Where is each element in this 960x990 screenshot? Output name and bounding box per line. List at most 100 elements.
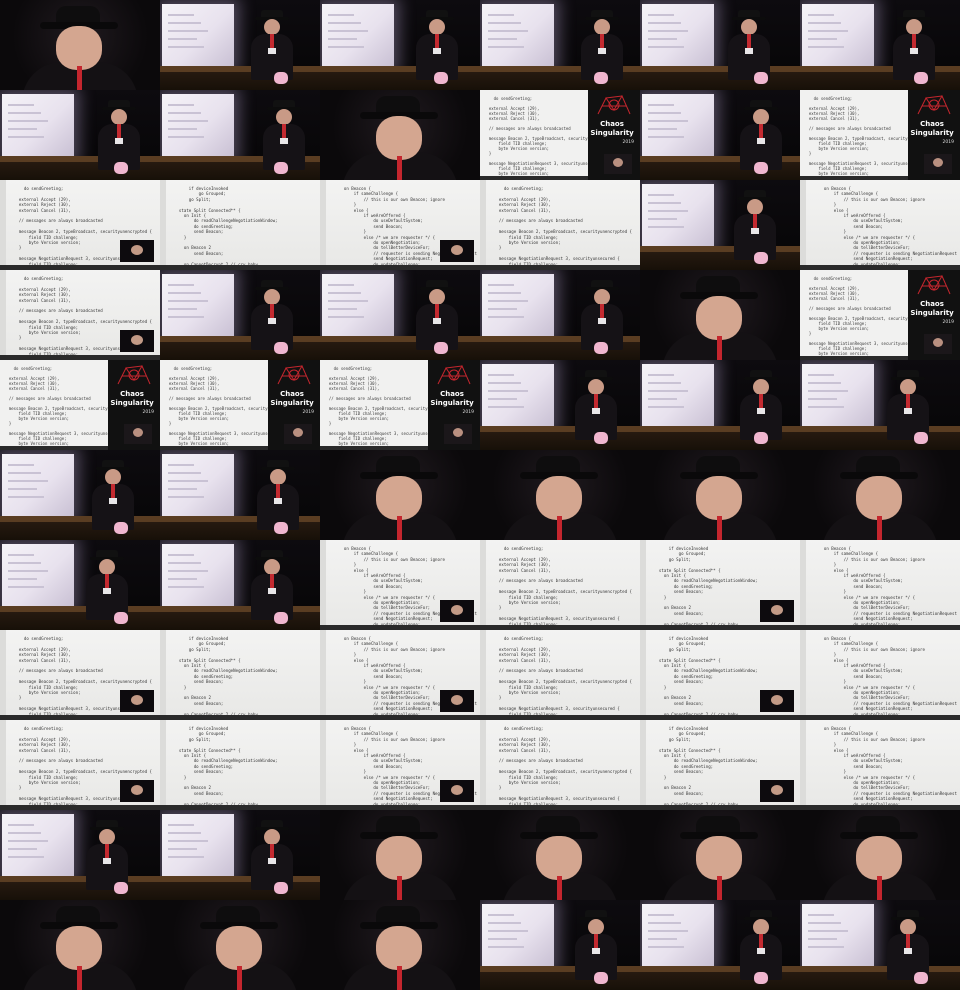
slide-text-line xyxy=(648,914,674,916)
slide-text-line xyxy=(808,922,841,924)
video-frame-thumbnail: do sendGreeting; external Accept (29), e… xyxy=(480,90,640,180)
speaker-inset-video xyxy=(760,690,794,712)
projection-screen xyxy=(482,904,554,968)
stage-table xyxy=(160,66,320,72)
video-contact-sheet: do sendGreeting; external Accept (29), e… xyxy=(0,0,960,990)
speaker-figure xyxy=(84,820,130,890)
closeup-lanyard xyxy=(877,876,882,900)
video-frame-thumbnail: on Beacon { if sameChallenge { // this i… xyxy=(320,540,480,630)
slide-text-line xyxy=(168,38,197,40)
video-frame-thumbnail xyxy=(640,450,800,540)
slide-text-line xyxy=(168,840,208,842)
video-frame-thumbnail xyxy=(640,270,800,360)
video-frame-thumbnail xyxy=(480,270,640,360)
speaker-figure xyxy=(96,100,142,170)
speaker-badge xyxy=(103,858,111,864)
slide-text-line xyxy=(488,914,514,916)
speaker-inset-video xyxy=(924,334,952,354)
slide-text-line xyxy=(648,930,688,932)
projection-screen xyxy=(2,814,74,878)
video-frame-thumbnail: do sendGreeting; external Accept (29), e… xyxy=(480,720,640,810)
slide-text-line xyxy=(8,848,37,850)
video-frame-thumbnail xyxy=(640,900,800,990)
slide-text-line xyxy=(168,464,194,466)
speaker-figure xyxy=(249,280,295,350)
speaker-head xyxy=(264,829,280,845)
video-frame-thumbnail xyxy=(640,180,800,270)
slide-text-line xyxy=(328,22,361,24)
closeup-lanyard xyxy=(397,876,402,900)
maneki-neko-figurine xyxy=(914,72,928,84)
code-text: on Beacon { if sameChallenge { // this i… xyxy=(823,636,957,720)
maneki-neko-figurine xyxy=(114,882,128,894)
projection-screen xyxy=(2,544,74,608)
speaker-figure xyxy=(249,820,295,890)
slide-text-line xyxy=(648,218,677,220)
video-frame-thumbnail xyxy=(800,360,960,450)
slide-text-line xyxy=(648,374,674,376)
slide-text-line xyxy=(8,832,41,834)
slide-text-line xyxy=(808,406,844,408)
speaker-badge xyxy=(268,588,276,594)
editor-gutter xyxy=(480,180,486,265)
slide-text-line xyxy=(8,840,48,842)
stage-table xyxy=(160,336,320,342)
projection-screen xyxy=(322,4,394,68)
video-frame-thumbnail: do sendGreeting; external Accept (29), e… xyxy=(480,630,640,720)
closeup-face xyxy=(56,926,102,970)
speaker-badge xyxy=(757,138,765,144)
speaker-face xyxy=(451,695,463,705)
video-frame-thumbnail: do sendGreeting; external Accept (29), e… xyxy=(0,270,160,360)
slide-text-line xyxy=(648,14,674,16)
speaker-badge xyxy=(592,408,600,414)
speaker-figure xyxy=(726,10,772,80)
maneki-neko-figurine xyxy=(434,72,448,84)
speaker-inset-video xyxy=(440,240,474,262)
closeup-face xyxy=(856,836,902,880)
slide-text-line xyxy=(808,390,848,392)
slide-text-line xyxy=(168,824,194,826)
slide-text-line xyxy=(168,284,194,286)
editor-gutter xyxy=(480,540,486,625)
closeup-face xyxy=(376,836,422,880)
slide-text-line xyxy=(8,472,41,474)
slide-text-line xyxy=(168,856,204,858)
projection-screen xyxy=(642,364,714,428)
slide-text-line xyxy=(488,922,521,924)
slide-text-line xyxy=(168,128,197,130)
video-frame-thumbnail xyxy=(320,810,480,900)
slide-text-line xyxy=(488,38,517,40)
slide-text-line xyxy=(488,398,517,400)
speaker-inset-video xyxy=(760,600,794,622)
slide-text-line xyxy=(168,292,201,294)
video-frame-thumbnail: on Beacon { if sameChallenge { // this i… xyxy=(800,720,960,810)
closeup-lanyard xyxy=(397,156,402,180)
video-frame-thumbnail: if deviceInvoked go Grouped; go Split; s… xyxy=(160,180,320,270)
slide-text-line xyxy=(168,46,204,48)
speaker-badge xyxy=(910,48,918,54)
editor-gutter xyxy=(800,720,806,805)
slide-text-line xyxy=(488,406,524,408)
closeup-face xyxy=(696,836,742,880)
speaker-face xyxy=(131,695,143,705)
editor-gutter xyxy=(800,540,806,625)
slide-text-line xyxy=(168,14,194,16)
slide-text-line xyxy=(168,112,201,114)
video-frame-thumbnail xyxy=(640,810,800,900)
chaos-logo-icon xyxy=(117,364,151,385)
speaker-badge xyxy=(103,588,111,594)
editor-gutter xyxy=(320,630,326,715)
speaker-inset-video xyxy=(440,600,474,622)
slide-text-line xyxy=(488,14,514,16)
speaker-figure xyxy=(90,460,136,530)
speaker-figure xyxy=(414,10,460,80)
speaker-badge xyxy=(274,498,282,504)
maneki-neko-figurine xyxy=(754,432,768,444)
speaker-face xyxy=(771,785,783,795)
slide-text-line xyxy=(168,832,201,834)
slide-text-line xyxy=(648,120,688,122)
speaker-figure xyxy=(738,910,784,980)
slide-text-line xyxy=(8,136,44,138)
speaker-figure xyxy=(579,280,625,350)
speaker-head xyxy=(753,109,769,125)
